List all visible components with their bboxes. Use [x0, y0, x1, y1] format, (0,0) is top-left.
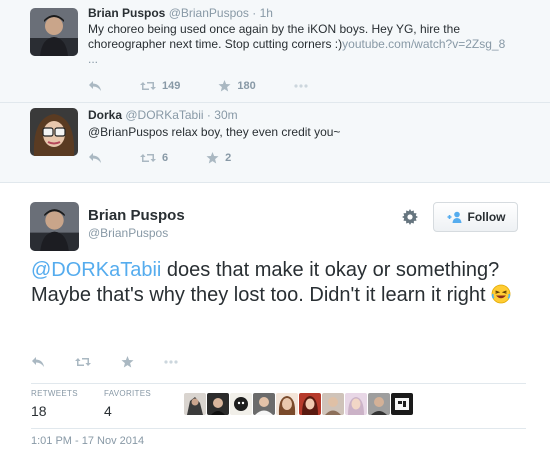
tweet-timestamp[interactable]: 1:01 PM - 17 Nov 2014 — [31, 435, 144, 447]
reply-button[interactable] — [31, 356, 45, 368]
user-handle[interactable]: @BrianPuspos — [88, 226, 168, 240]
retweet-button[interactable]: 6 — [140, 152, 168, 164]
user-name[interactable]: Brian Puspos — [88, 6, 165, 20]
retweet-icon — [75, 358, 91, 366]
reply-icon — [89, 153, 101, 163]
mention-link[interactable]: @DORKaTabii — [31, 259, 161, 281]
follow-button[interactable]: Follow — [433, 202, 518, 232]
follow-user-icon — [446, 211, 462, 223]
reply-icon — [89, 81, 101, 91]
favorite-button[interactable]: 180 — [218, 80, 256, 92]
user-name[interactable]: Brian Puspos — [88, 207, 185, 224]
favorite-count: 180 — [237, 80, 256, 92]
faver-avatar[interactable] — [253, 393, 275, 415]
tweet-text: @DORKaTabii does that make it okay or so… — [31, 258, 531, 308]
favorite-count: 2 — [225, 152, 232, 164]
tweet-header: Dorka @DORKaTabii · 30m — [88, 108, 238, 122]
favorites-count: 4 — [104, 403, 112, 419]
user-name[interactable]: Dorka — [88, 108, 122, 122]
more-icon — [294, 84, 308, 88]
faver-avatar[interactable] — [345, 393, 367, 415]
favorites-label: FAVORITES — [104, 389, 152, 398]
more-button[interactable] — [164, 360, 178, 364]
faver-avatar[interactable] — [368, 393, 390, 415]
tweet-header: Brian Puspos @BrianPuspos · 1h — [88, 6, 273, 20]
separator-dot: · — [206, 108, 211, 122]
favorite-button[interactable]: 2 — [206, 152, 231, 164]
retweet-button[interactable] — [75, 356, 91, 368]
user-handle[interactable]: @DORKaTabii — [125, 108, 203, 122]
gear-icon[interactable] — [402, 209, 418, 225]
conversation-thread: Brian Puspos @BrianPuspos · 1h My choreo… — [0, 0, 550, 182]
avatar[interactable] — [30, 202, 79, 251]
tweet-actions: 6 2 — [88, 150, 269, 166]
follow-label: Follow — [467, 210, 506, 224]
favorite-icon — [121, 356, 134, 368]
separator-dot: · — [252, 6, 257, 20]
tweet-time[interactable]: 30m — [214, 108, 237, 122]
avatar[interactable] — [30, 108, 78, 156]
retweets-label: RETWEETS — [31, 389, 78, 398]
thread-tweet-dorka[interactable]: Dorka @DORKaTabii · 30m @BrianPuspos rel… — [0, 102, 550, 182]
tweet-stats: RETWEETS 18 FAVORITES 4 — [31, 383, 526, 429]
thread-tweet-brian[interactable]: Brian Puspos @BrianPuspos · 1h My choreo… — [0, 0, 550, 102]
more-icon — [164, 360, 178, 364]
favorite-button[interactable] — [121, 356, 134, 368]
favorite-icon — [218, 80, 231, 92]
retweets-count: 18 — [31, 403, 47, 419]
reply-button[interactable] — [88, 152, 102, 164]
faver-avatar[interactable] — [207, 393, 229, 415]
laughing-emoji-icon — [491, 284, 511, 304]
reply-icon — [32, 357, 44, 367]
main-tweet: Brian Puspos @BrianPuspos Follow @DORKaT… — [0, 183, 550, 465]
favoriters-avatars — [184, 393, 414, 415]
user-handle[interactable]: @BrianPuspos — [169, 6, 249, 20]
faver-avatar[interactable] — [276, 393, 298, 415]
retweets-stat[interactable]: RETWEETS 18 — [31, 389, 78, 419]
avatar[interactable] — [30, 8, 78, 56]
more-button[interactable] — [294, 84, 308, 88]
tweet-time[interactable]: 1h — [260, 6, 273, 20]
retweet-icon — [140, 82, 156, 90]
faver-avatar[interactable] — [391, 393, 413, 415]
tweet-actions: 149 180 — [88, 78, 346, 94]
tweet-text: @BrianPuspos relax boy, they even credit… — [88, 125, 341, 139]
favorite-icon — [206, 152, 219, 164]
reply-button[interactable] — [88, 80, 102, 92]
faver-avatar[interactable] — [322, 393, 344, 415]
faver-avatar[interactable] — [184, 393, 206, 415]
tweet-actions — [31, 354, 208, 370]
retweet-button[interactable]: 149 — [140, 80, 180, 92]
retweet-count: 149 — [162, 80, 181, 92]
tweet-text: My choreo being used once again by the i… — [88, 22, 540, 67]
retweet-icon — [140, 154, 156, 162]
faver-avatar[interactable] — [230, 393, 252, 415]
faver-avatar[interactable] — [299, 393, 321, 415]
retweet-count: 6 — [162, 152, 169, 164]
tweet-link[interactable]: youtube.com/watch?v=2Zsg_8 — [342, 37, 505, 51]
truncation-ellipsis: ... — [88, 52, 99, 66]
favorites-stat[interactable]: FAVORITES 4 — [104, 389, 151, 419]
